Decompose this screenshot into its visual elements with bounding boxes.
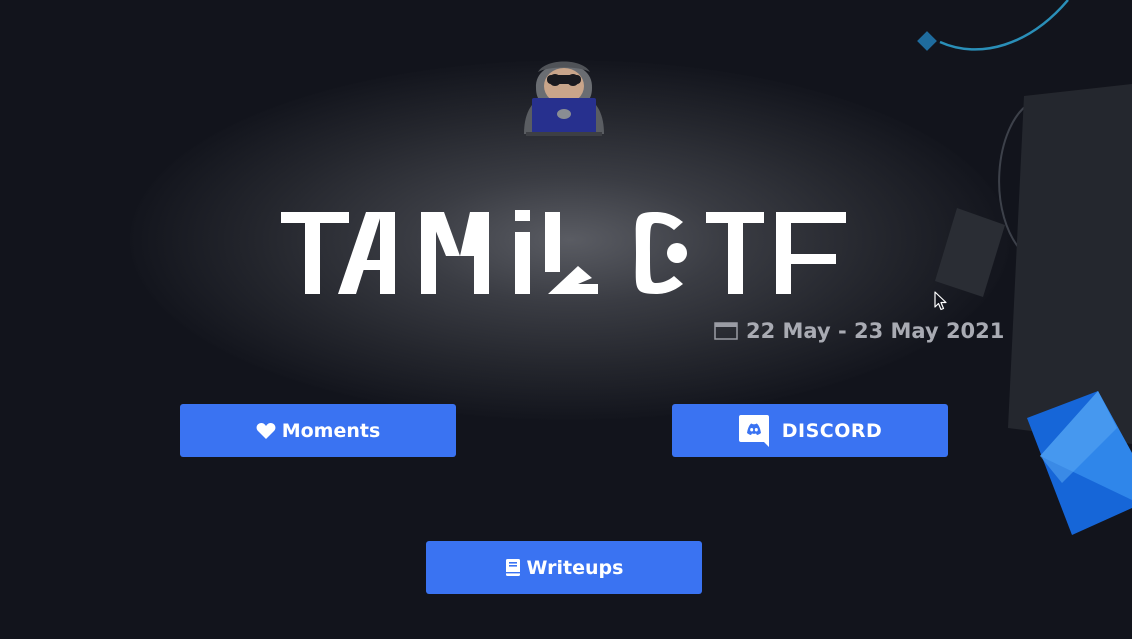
moments-button[interactable]: Moments (180, 404, 456, 457)
discord-logo-icon (738, 414, 769, 447)
heart-icon (256, 422, 276, 439)
discord-label: DISCORD (781, 419, 883, 442)
decorative-blue-cube (1027, 391, 1132, 535)
book-icon (505, 559, 520, 576)
decorative-card (935, 208, 1005, 297)
hacker-mascot-icon (524, 61, 604, 136)
event-date-text: 22 May - 23 May 2021 (746, 319, 1005, 343)
writeups-button[interactable]: Writeups (426, 541, 702, 594)
page-title (281, 210, 846, 294)
calendar-icon (714, 322, 738, 340)
writeups-label: Writeups (526, 556, 624, 579)
mouse-cursor-icon (934, 291, 947, 311)
decorative-curve (917, 0, 1069, 51)
event-date: 22 May - 23 May 2021 (714, 316, 1004, 346)
moments-label: Moments (281, 419, 381, 442)
discord-button[interactable]: DISCORD (672, 404, 948, 457)
